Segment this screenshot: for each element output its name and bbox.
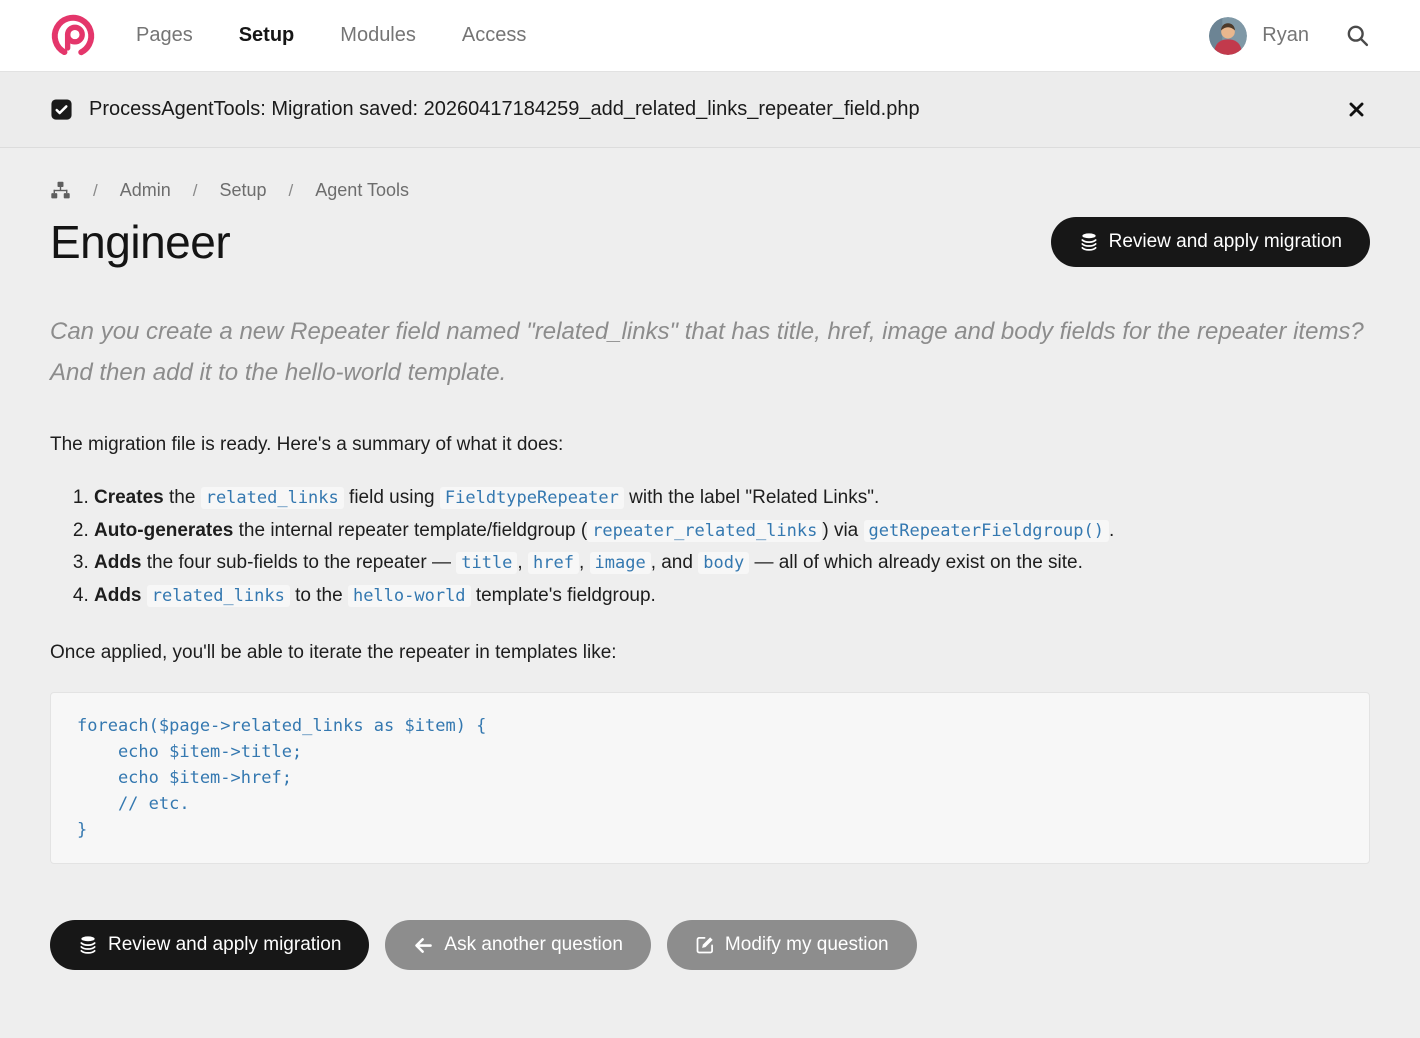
top-nav-bar: Pages Setup Modules Access Ryan [0,0,1420,72]
breadcrumb: / Admin / Setup / Agent Tools [50,180,1370,201]
list-item: Auto-generates the internal repeater tem… [94,515,1370,548]
database-icon [1079,232,1099,252]
review-apply-migration-label: Review and apply migration [1108,231,1342,252]
iterate-hint-text: Once applied, you'll be able to iterate … [50,642,617,663]
review-apply-migration-button-top[interactable]: Review and apply migration [1050,217,1370,267]
breadcrumb-separator: / [192,180,198,200]
review-apply-migration-button[interactable]: Review and apply migration [50,920,370,970]
nav-item-access[interactable]: Access [462,24,526,47]
list-item: Adds the four sub-fields to the repeater… [94,547,1370,580]
breadcrumb-setup[interactable]: Setup [220,180,267,201]
page-header: Engineer Review and apply migration [50,215,1370,269]
avatar-photo [1209,16,1248,55]
nav-item-setup[interactable]: Setup [239,24,295,47]
username[interactable]: Ryan [1262,24,1309,47]
action-buttons-row: Review and apply migration Ask another q… [50,920,1370,970]
breadcrumb-separator: / [93,180,98,200]
migration-summary-list: Creates the related_links field using Fi… [72,482,1370,612]
breadcrumb-agent-tools[interactable]: Agent Tools [315,180,409,201]
avatar[interactable] [1209,16,1248,55]
ask-another-question-label: Ask another question [444,934,623,955]
modify-question-button[interactable]: Modify my question [666,920,917,970]
page-title: Engineer [50,216,231,268]
database-icon [78,935,98,955]
processwire-logo-icon [51,14,95,57]
user-question: Can you create a new Repeater field name… [50,318,1364,386]
main-content: / Admin / Setup / Agent Tools Engineer R… [0,148,1420,970]
nav-item-modules[interactable]: Modules [340,24,416,47]
arrow-left-icon [413,935,434,956]
topbar-user-area: Ryan [1209,16,1370,55]
close-icon[interactable] [1343,96,1370,123]
breadcrumb-separator: / [288,180,294,200]
nav-item-pages[interactable]: Pages [136,24,193,47]
sitemap-icon[interactable] [50,180,71,201]
code-sample: foreach($page->related_links as $item) {… [50,692,1370,864]
main-menu: Pages Setup Modules Access [136,24,526,47]
edit-icon [695,935,715,955]
list-item: Creates the related_links field using Fi… [94,482,1370,515]
processwire-logo[interactable] [50,13,96,59]
notification-message: ProcessAgentTools: Migration saved: 2026… [89,98,920,120]
summary-intro: The migration file is ready. Here's a su… [50,434,564,455]
notification-bar: ProcessAgentTools: Migration saved: 2026… [0,72,1420,148]
modify-question-label: Modify my question [724,934,889,955]
breadcrumb-admin[interactable]: Admin [120,180,171,201]
list-item: Adds related_links to the hello-world te… [94,580,1370,613]
review-apply-migration-label: Review and apply migration [108,934,342,955]
search-icon[interactable] [1345,23,1370,48]
ask-another-question-button[interactable]: Ask another question [385,920,651,970]
checkbox-checked-icon [50,98,73,121]
